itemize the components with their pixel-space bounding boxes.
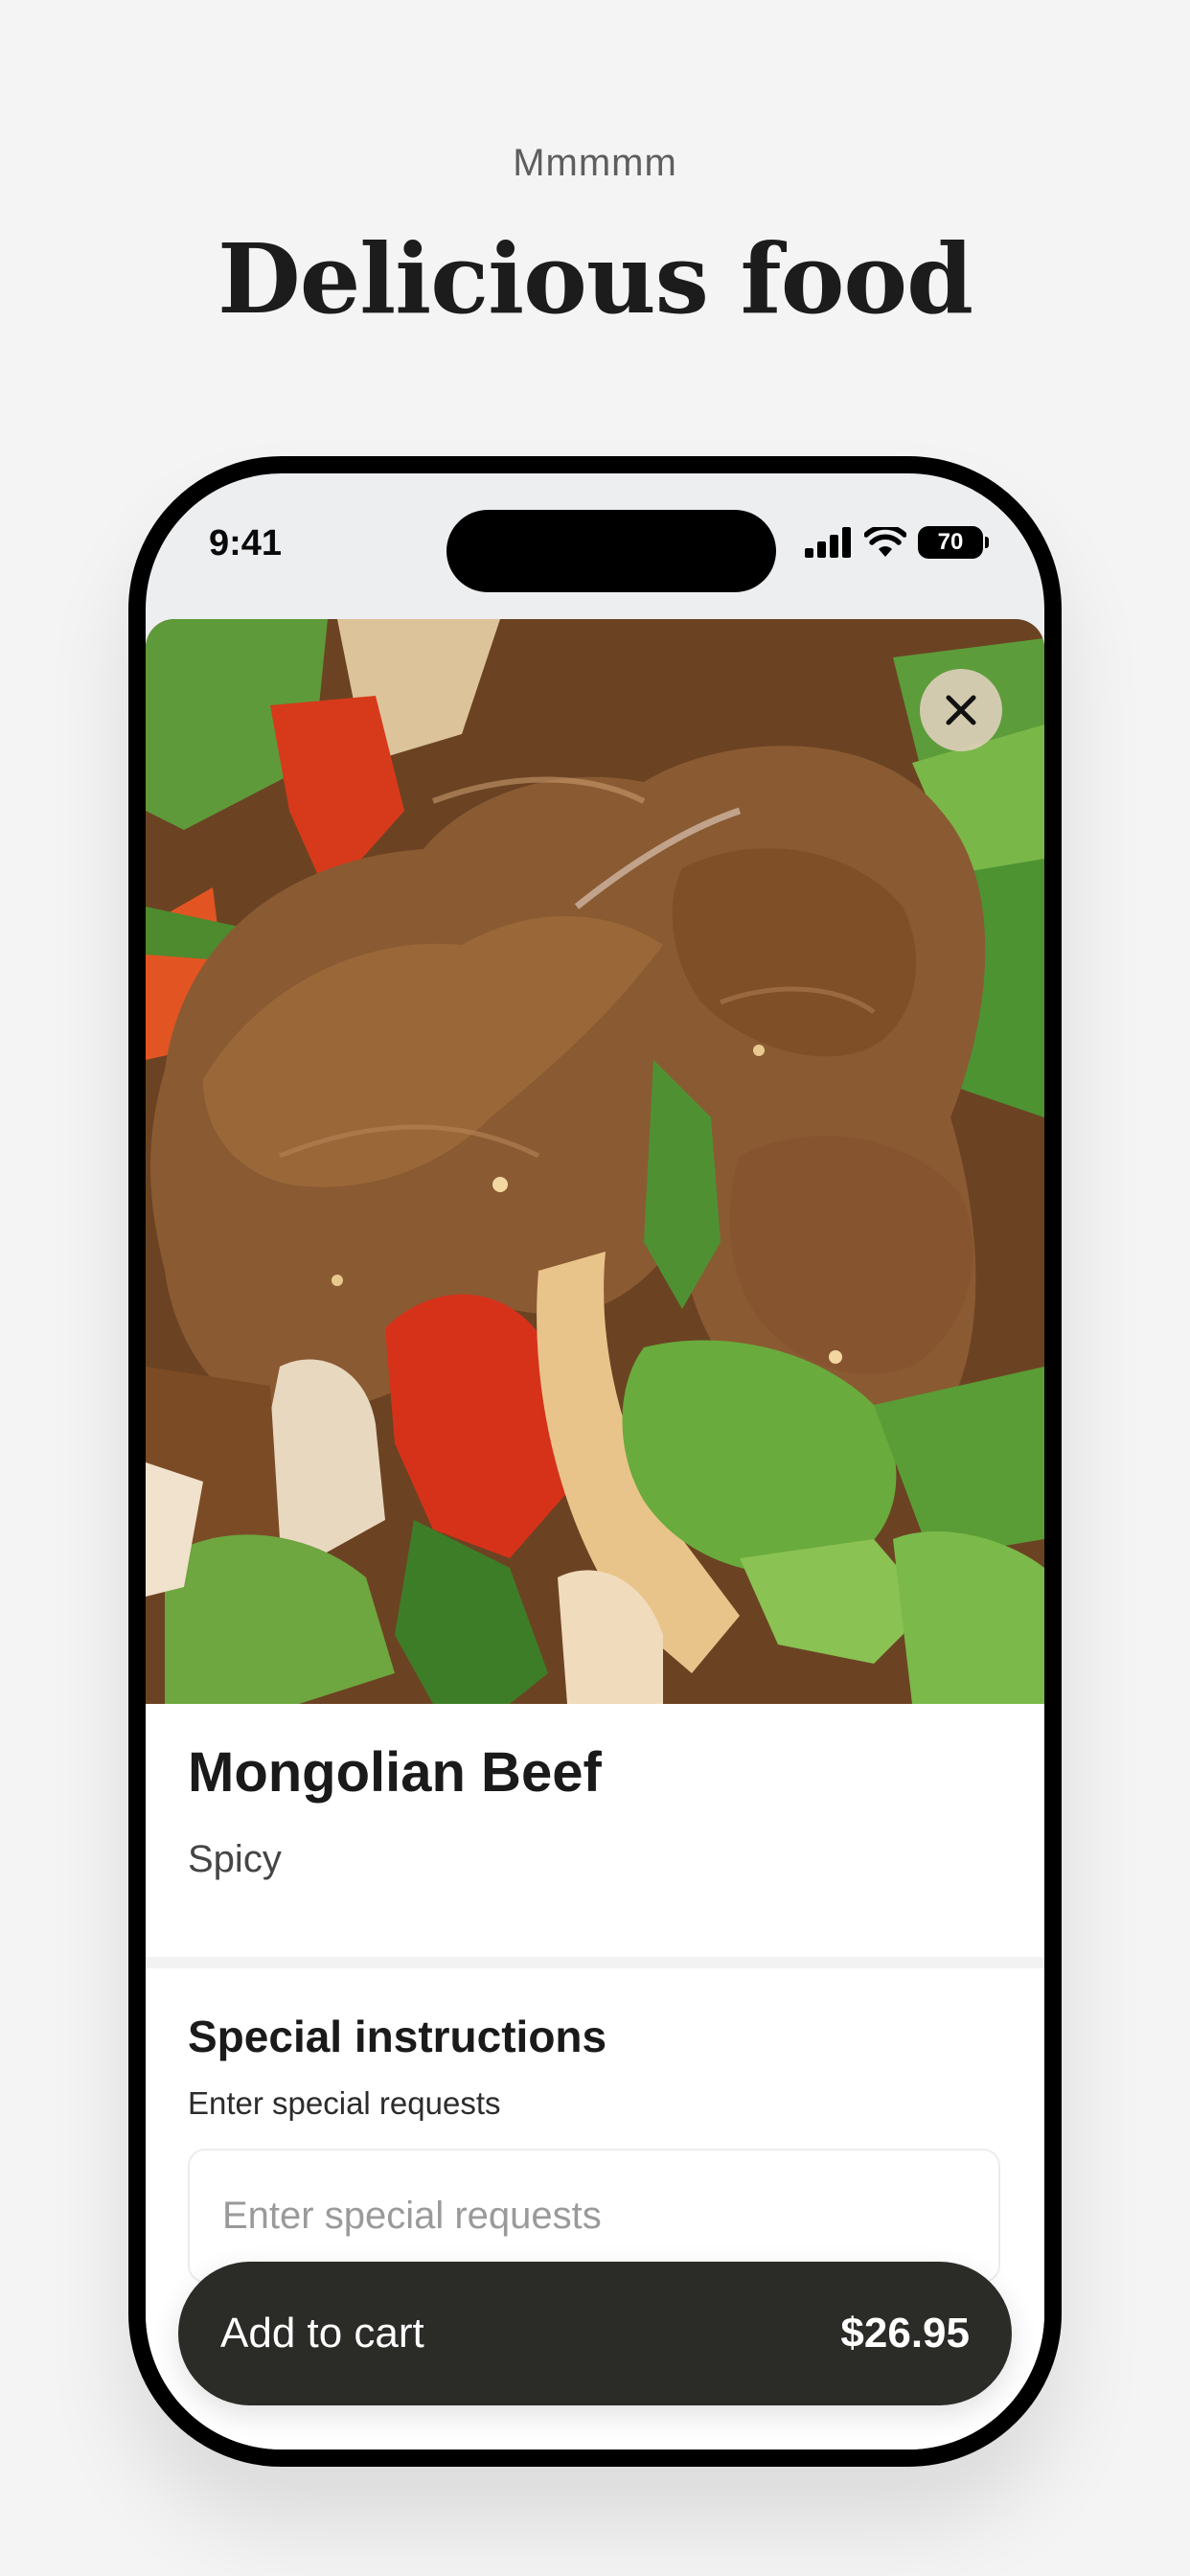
add-to-cart-label: Add to cart — [220, 2310, 424, 2357]
add-to-cart-button[interactable]: Add to cart $26.95 — [178, 2262, 1012, 2405]
phone-screen: 9:41 70 Mongolian Beef Spicy Special ins… — [146, 473, 1044, 2450]
status-indicators: 70 — [805, 525, 989, 560]
item-name: Mongolian Beef — [188, 1741, 602, 1804]
phone-frame: 9:41 70 Mongolian Beef Spicy Special ins… — [128, 456, 1062, 2467]
food-photo-illustration — [146, 619, 1044, 1704]
hero-headline: Delicious food — [217, 222, 973, 335]
special-instructions-title: Special instructions — [188, 2012, 607, 2061]
food-photo — [146, 619, 1044, 1704]
special-instructions-subtitle: Enter special requests — [188, 2085, 501, 2121]
section-divider — [146, 1957, 1044, 1968]
cellular-signal-icon — [805, 527, 851, 558]
battery-icon: 70 — [918, 526, 989, 559]
cart-price: $26.95 — [840, 2310, 970, 2357]
close-icon — [946, 695, 976, 725]
battery-level: 70 — [937, 529, 964, 555]
dynamic-island — [446, 510, 776, 592]
close-button[interactable] — [920, 669, 1002, 751]
status-time: 9:41 — [209, 523, 283, 564]
item-description: Spicy — [188, 1838, 282, 1880]
item-detail-sheet: Mongolian Beef Spicy Special instruction… — [146, 619, 1044, 2450]
wifi-icon — [864, 527, 906, 557]
hero-kicker: Mmmmm — [513, 142, 677, 184]
